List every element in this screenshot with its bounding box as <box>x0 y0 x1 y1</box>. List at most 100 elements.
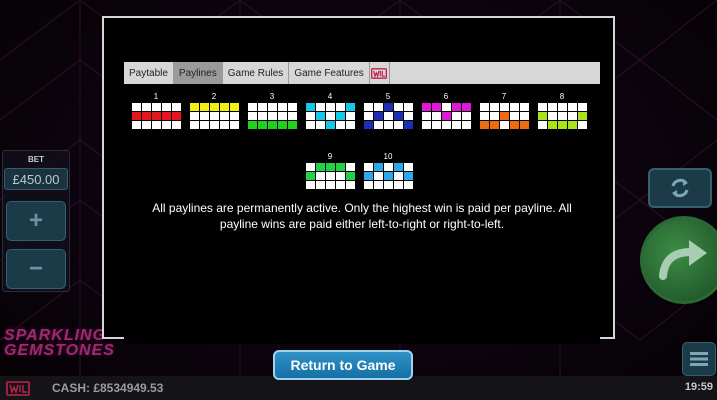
payline-cell <box>548 112 557 120</box>
payline-cell <box>248 112 257 120</box>
payline-cell <box>132 103 141 111</box>
payline-cell <box>316 172 325 180</box>
refresh-icon <box>671 178 689 198</box>
payline-cell <box>306 112 315 120</box>
paylines-description: All paylines are permanently active. Onl… <box>152 201 572 231</box>
payline-number: 9 <box>327 152 333 161</box>
payline-cell <box>404 103 413 111</box>
info-tabbar: Paytable Paylines Game Rules Game Featur… <box>124 62 600 84</box>
payline-number: 8 <box>559 92 565 101</box>
payline-cell <box>172 112 181 120</box>
payline-number: 2 <box>211 92 217 101</box>
payline-cell <box>404 112 413 120</box>
payline-cell <box>336 112 345 120</box>
payline-cell <box>132 112 141 120</box>
payline-cell <box>268 103 277 111</box>
payline-cell <box>152 103 161 111</box>
payline-number: 4 <box>327 92 333 101</box>
cash-balance: CASH: £8534949.53 <box>52 381 164 395</box>
tab-game-features[interactable]: Game Features <box>289 62 370 84</box>
payline-cell <box>374 172 383 180</box>
payline-grid <box>537 102 587 130</box>
payline-cell <box>336 103 345 111</box>
clock: 19:59 <box>684 381 713 393</box>
payline-cell <box>364 112 373 120</box>
payline-cell <box>200 103 209 111</box>
autoplay-button[interactable] <box>648 168 712 208</box>
brand-logo-icon <box>371 67 388 79</box>
menu-button[interactable] <box>682 342 716 376</box>
brand-tab-button[interactable] <box>370 62 390 84</box>
payline-cell <box>394 181 403 189</box>
tab-paylines[interactable]: Paylines <box>173 62 223 84</box>
payline-cell <box>538 121 547 129</box>
payline-cell <box>288 103 297 111</box>
payline-diagram: 7 <box>479 92 529 130</box>
payline-cell <box>306 163 315 171</box>
payline-cell <box>520 121 529 129</box>
payline-cell <box>364 181 373 189</box>
payline-cell <box>500 121 509 129</box>
payline-cell <box>162 121 171 129</box>
payline-cell <box>568 112 577 120</box>
payline-number: 6 <box>443 92 449 101</box>
payline-cell <box>558 112 567 120</box>
payline-diagram: 8 <box>537 92 587 130</box>
payline-cell <box>152 112 161 120</box>
payline-cell <box>200 112 209 120</box>
payline-cell <box>394 112 403 120</box>
payline-grid <box>363 162 413 190</box>
payline-diagram: 4 <box>305 92 355 130</box>
payline-cell <box>268 121 277 129</box>
payline-cell <box>288 112 297 120</box>
payline-cell <box>490 121 499 129</box>
payline-diagram: 2 <box>189 92 239 130</box>
paylines-panel: All paylines are permanently active. Onl… <box>124 84 600 344</box>
payline-cell <box>278 121 287 129</box>
payline-grid <box>131 102 181 130</box>
payline-cell <box>500 112 509 120</box>
payline-cell <box>558 103 567 111</box>
payline-cell <box>384 121 393 129</box>
bet-decrease-button[interactable]: − <box>6 249 66 289</box>
payline-cell <box>336 121 345 129</box>
payline-cell <box>210 112 219 120</box>
payline-cell <box>520 103 529 111</box>
return-to-game-button[interactable]: Return to Game <box>273 350 413 380</box>
payline-cell <box>364 172 373 180</box>
payline-cell <box>548 121 557 129</box>
payline-cell <box>568 121 577 129</box>
payline-cell <box>162 103 171 111</box>
payline-cell <box>258 121 267 129</box>
spin-arrow-icon <box>659 240 707 280</box>
payline-cell <box>404 121 413 129</box>
payline-cell <box>306 181 315 189</box>
payline-diagram: 6 <box>421 92 471 130</box>
payline-cell <box>480 112 489 120</box>
payline-cell <box>578 103 587 111</box>
tab-game-rules[interactable]: Game Rules <box>223 62 290 84</box>
payline-cell <box>326 112 335 120</box>
payline-cell <box>316 181 325 189</box>
payline-cell <box>336 181 345 189</box>
payline-cell <box>190 112 199 120</box>
payline-cell <box>422 121 431 129</box>
payline-cell <box>200 121 209 129</box>
payline-cell <box>364 103 373 111</box>
payline-cell <box>162 112 171 120</box>
payline-cell <box>374 103 383 111</box>
payline-cell <box>384 172 393 180</box>
payline-cell <box>432 112 441 120</box>
payline-cell <box>538 112 547 120</box>
payline-diagram: 5 <box>363 92 413 130</box>
payline-number: 10 <box>383 152 393 161</box>
payline-cell <box>278 103 287 111</box>
payline-cell <box>190 103 199 111</box>
payline-cell <box>500 103 509 111</box>
payline-cell <box>384 181 393 189</box>
bet-increase-button[interactable]: + <box>6 201 66 241</box>
payline-cell <box>258 103 267 111</box>
payline-cell <box>578 121 587 129</box>
tab-paytable[interactable]: Paytable <box>124 62 174 84</box>
payline-cell <box>142 103 151 111</box>
